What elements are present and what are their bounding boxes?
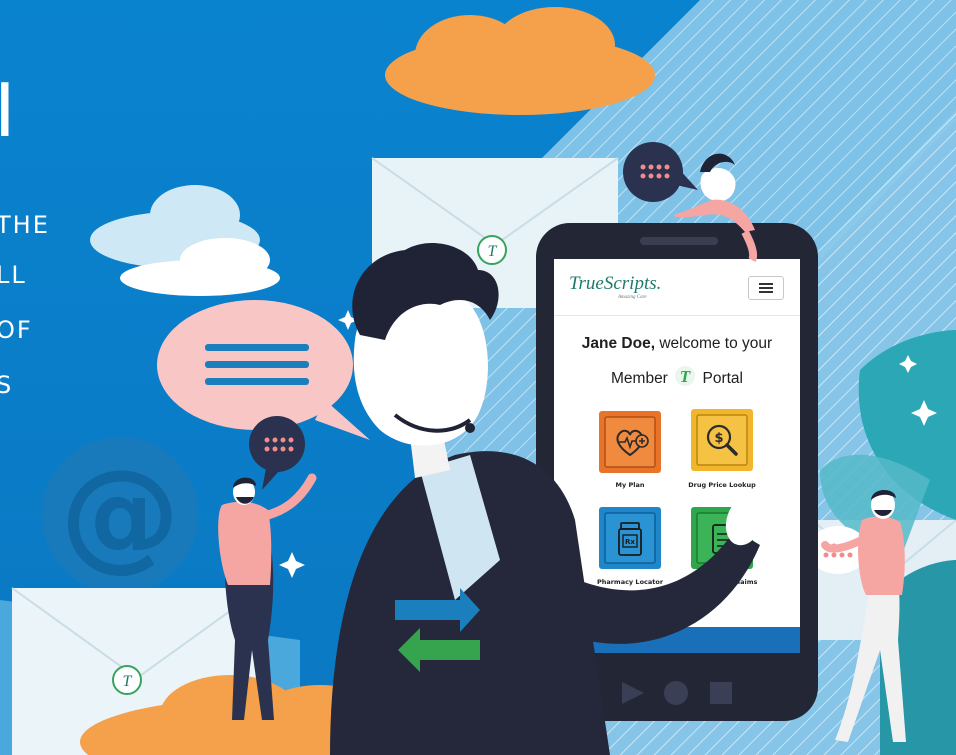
typing-bubble-mid xyxy=(249,416,305,490)
member-name: Jane Doe, xyxy=(581,335,656,352)
brand-logo[interactable]: TrueScripts. xyxy=(569,273,661,295)
welcome-text: welcome to your xyxy=(655,335,773,352)
brand-tagline: Amazing Care xyxy=(618,295,647,300)
hero-title-fragment: I xyxy=(0,65,16,153)
at-sign-icon: @ xyxy=(42,437,198,593)
footer-bar xyxy=(554,627,800,653)
portal-title-portal: Portal xyxy=(702,370,743,387)
magnifier-dollar-icon: $ xyxy=(696,414,748,466)
back-icon xyxy=(622,682,644,704)
svg-text:T: T xyxy=(488,243,498,260)
my-claims-label[interactable]: y Claims xyxy=(687,578,797,586)
hero-line-2: LL xyxy=(0,261,27,289)
home-icon xyxy=(664,681,688,705)
truescripts-logo-icon: T xyxy=(675,366,696,386)
recents-icon xyxy=(710,682,732,704)
svg-text:Rx: Rx xyxy=(625,538,635,546)
drug-price-lookup-tile[interactable]: $ xyxy=(691,409,753,471)
svg-text:T: T xyxy=(680,367,691,386)
menu-icon xyxy=(759,283,773,285)
my-claims-tile[interactable] xyxy=(691,507,753,569)
pill-bottle-icon: Rx xyxy=(604,512,656,564)
portal-title-member: Member xyxy=(611,370,668,387)
chat-bubble-icon xyxy=(157,300,370,440)
clipboard-icon xyxy=(696,512,748,564)
portal-title: Member T Portal xyxy=(554,365,800,388)
hero-headline: I THE LL OF S xyxy=(0,0,120,430)
drug-price-lookup-label[interactable]: Drug Price Lookup xyxy=(667,481,777,489)
svg-text:T: T xyxy=(123,673,133,690)
hero-line-1: THE xyxy=(0,211,50,239)
cloud-top xyxy=(385,7,655,115)
hero-illustration: @ T T I THE LL OF S TrueScripts. Amazing… xyxy=(0,0,956,755)
phone-nav-bar xyxy=(622,681,732,705)
phone-speaker xyxy=(640,237,718,245)
my-plan-tile[interactable] xyxy=(599,411,661,473)
svg-text:$: $ xyxy=(714,431,723,446)
hero-line-4: S xyxy=(0,371,14,399)
app-header: TrueScripts. Amazing Care xyxy=(554,259,800,316)
welcome-message: Jane Doe, welcome to your xyxy=(554,335,800,354)
svg-text:@: @ xyxy=(60,445,180,584)
pharmacy-locator-tile[interactable]: Rx xyxy=(599,507,661,569)
heart-plus-icon xyxy=(604,416,656,468)
phone-screen: TrueScripts. Amazing Care Jane Doe, welc… xyxy=(554,259,800,653)
pharmacy-locator-label[interactable]: Pharmacy Locator xyxy=(575,578,685,586)
phone-mockup: TrueScripts. Amazing Care Jane Doe, welc… xyxy=(536,223,818,721)
hamburger-menu-button[interactable] xyxy=(748,276,784,300)
hero-line-3: OF xyxy=(0,316,33,344)
